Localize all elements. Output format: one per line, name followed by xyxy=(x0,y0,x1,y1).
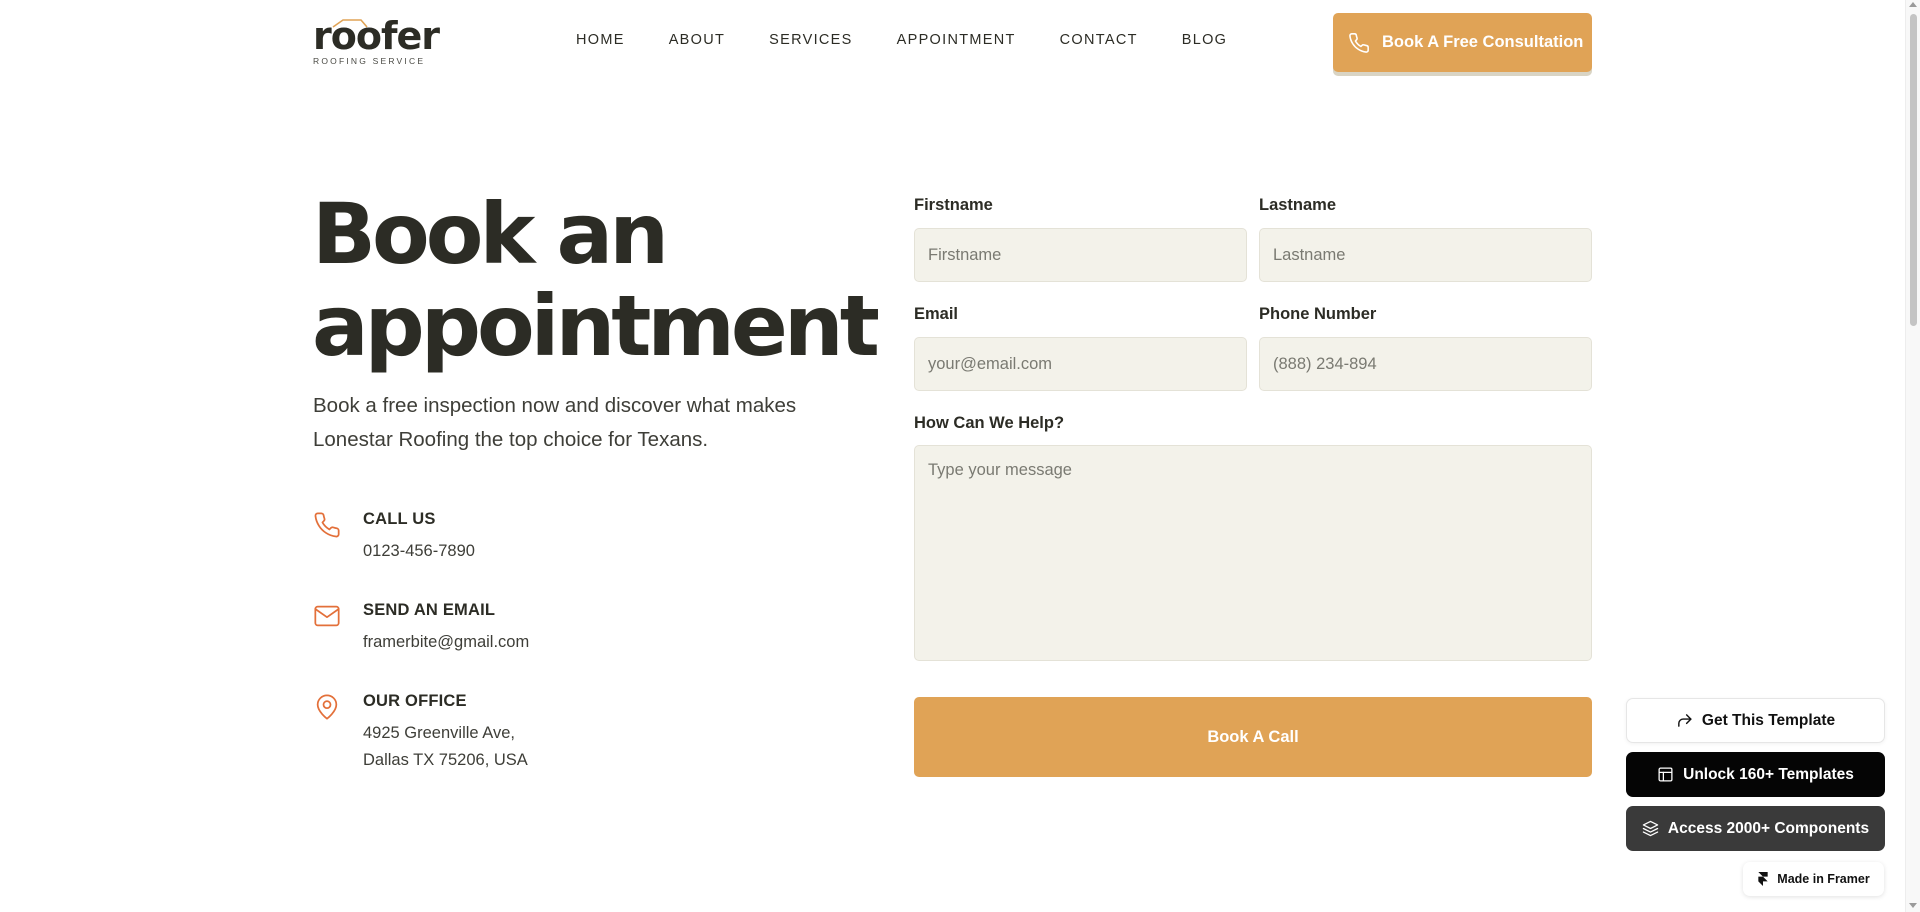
made-in-framer-label: Made in Framer xyxy=(1777,872,1870,886)
send-email-title: SEND AN EMAIL xyxy=(363,601,496,619)
access-components-label: Access 2000+ Components xyxy=(1667,819,1870,837)
phone-input[interactable] xyxy=(1259,337,1592,391)
lastname-input[interactable] xyxy=(1259,228,1592,282)
email-input[interactable] xyxy=(914,337,1247,391)
page-title-line-1: Book an xyxy=(312,185,669,283)
made-in-framer-badge[interactable]: Made in Framer xyxy=(1743,862,1884,896)
map-pin-icon xyxy=(316,694,338,720)
book-call-button[interactable]: Book A Call xyxy=(914,697,1592,777)
scroll-up-arrow-icon[interactable] xyxy=(1909,2,1917,7)
framer-logo-icon xyxy=(1758,872,1768,886)
phone-icon xyxy=(1349,32,1369,53)
nav-services[interactable]: SERVICES xyxy=(769,32,852,48)
message-label: How Can We Help? xyxy=(914,414,1065,432)
page-scrollbar[interactable] xyxy=(1905,0,1920,912)
email-address[interactable]: framerbite@gmail.com xyxy=(363,633,529,652)
book-consultation-label: Book A Free Consultation xyxy=(1382,33,1584,51)
scrollbar-thumb[interactable] xyxy=(1910,14,1917,326)
firstname-label: Firstname xyxy=(914,196,993,214)
layout-icon xyxy=(1658,767,1673,782)
unlock-templates-label: Unlock 160+ Templates xyxy=(1683,765,1854,783)
page-title-line-2: appointment xyxy=(312,277,880,375)
nav-home[interactable]: HOME xyxy=(576,32,625,48)
email-label: Email xyxy=(914,305,959,323)
logo-tagline: ROOFING SERVICE xyxy=(313,56,426,66)
main-nav: HOME ABOUT SERVICES APPOINTMENT CONTACT … xyxy=(576,32,1271,48)
page-title: Book an appointment xyxy=(312,185,880,375)
nav-appointment[interactable]: APPOINTMENT xyxy=(897,32,1016,48)
nav-about[interactable]: ABOUT xyxy=(669,32,725,48)
phone-icon xyxy=(314,512,340,538)
layers-icon xyxy=(1642,820,1659,837)
get-template-button[interactable]: Get This Template xyxy=(1626,698,1885,743)
message-textarea[interactable] xyxy=(914,445,1592,661)
office-address-line-2: Dallas TX 75206, USA xyxy=(363,751,528,769)
access-components-button[interactable]: Access 2000+ Components xyxy=(1626,806,1885,851)
phone-number[interactable]: 0123-456-7890 xyxy=(363,542,475,561)
firstname-input[interactable] xyxy=(914,228,1247,282)
book-consultation-button[interactable]: Book A Free Consultation xyxy=(1333,13,1592,72)
mail-icon xyxy=(314,605,340,627)
roof-icon xyxy=(332,19,368,28)
office-title: OUR OFFICE xyxy=(363,692,467,710)
contact-call: CALL US 0123-456-7890 xyxy=(313,510,733,560)
page-subtitle: Book a free inspection now and discover … xyxy=(313,394,797,451)
phone-label: Phone Number xyxy=(1259,305,1377,323)
contact-email: SEND AN EMAIL framerbite@gmail.com xyxy=(313,601,733,651)
logo[interactable]: roofer ROOFING SERVICE xyxy=(313,16,440,66)
get-template-label: Get This Template xyxy=(1701,711,1836,729)
scroll-down-arrow-icon[interactable] xyxy=(1909,903,1917,908)
unlock-templates-button[interactable]: Unlock 160+ Templates xyxy=(1626,752,1885,797)
nav-blog[interactable]: BLOG xyxy=(1182,32,1228,48)
share-arrow-icon xyxy=(1678,714,1692,727)
nav-contact[interactable]: CONTACT xyxy=(1060,32,1138,48)
office-address-line-1: 4925 Greenville Ave, xyxy=(363,724,515,742)
contact-office: OUR OFFICE 4925 Greenville Ave, Dallas T… xyxy=(313,692,733,772)
call-us-title: CALL US xyxy=(363,510,436,528)
site-header: roofer ROOFING SERVICE HOME ABOUT SERVIC… xyxy=(0,0,1905,82)
lastname-label: Lastname xyxy=(1259,196,1337,214)
